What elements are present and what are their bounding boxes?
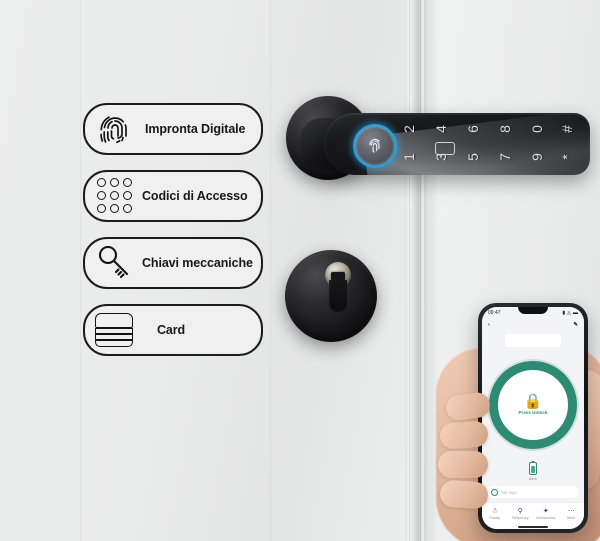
tab-label: More (567, 516, 576, 520)
home-indicator (482, 525, 584, 529)
bottom-tab-bar[interactable]: ☃ Family ⚲ Temporary ✦ Accessories ⋯ Mor… (482, 502, 584, 525)
accessories-icon: ✦ (542, 508, 549, 515)
feature-label: Card (157, 323, 186, 337)
keypad-key[interactable]: * (559, 146, 575, 168)
tab-label: Accessories (536, 516, 556, 520)
keypad-key[interactable]: 0 (529, 118, 545, 140)
battery-icon: ▬ (573, 309, 578, 316)
lock-name-title (505, 334, 561, 347)
feature-label: Codici di Accesso (142, 189, 248, 203)
search-bar[interactable]: Tab logs (487, 486, 579, 498)
more-dots-icon: ⋯ (567, 508, 575, 515)
keypad-key[interactable]: 9 (529, 146, 545, 168)
keypad-key[interactable]: 4 (433, 118, 449, 140)
device-battery-icon (529, 462, 537, 475)
tab-more[interactable]: ⋯ More (559, 508, 583, 520)
keypad-key[interactable]: 7 (497, 146, 513, 168)
keypad-dots-icon (91, 175, 139, 217)
finger (438, 451, 488, 478)
finger (439, 479, 489, 510)
search-input[interactable]: Tab logs (501, 490, 517, 495)
tab-temporary[interactable]: ⚲ Temporary (508, 508, 532, 520)
edit-pencil-icon[interactable]: ✎ (573, 322, 578, 328)
padlock-icon: 🔒 (523, 393, 543, 410)
battery-label: 84% (528, 476, 537, 481)
app-bar: ‹ ✎ (482, 318, 584, 331)
finger (444, 391, 492, 422)
phone-screen: 09:47 ▮ ◬ ▬ ‹ ✎ 🔒 Press Unlock 84% Tab l… (482, 307, 584, 529)
feature-item-mechanical-keys: Chiavi meccaniche (83, 237, 263, 289)
smartphone: 09:47 ▮ ◬ ▬ ‹ ✎ 🔒 Press Unlock 84% Tab l… (478, 303, 588, 533)
device-battery: 84% (482, 462, 584, 481)
keypad-key[interactable]: 5 (465, 146, 481, 168)
user-icon: ☃ (491, 508, 498, 515)
search-circle-icon (491, 488, 498, 496)
signal-icon: ▮ (562, 309, 566, 316)
phone-notch (518, 307, 548, 314)
fingerprint-icon (91, 108, 139, 150)
status-time: 09:47 (488, 309, 501, 316)
keypad-key[interactable]: 8 (497, 118, 513, 140)
key-icon (91, 242, 139, 284)
finger (439, 420, 489, 450)
unlock-area: 🔒 Press Unlock (482, 347, 584, 462)
fingerprint-sensor-icon[interactable] (353, 124, 397, 168)
door-frame-line (420, 0, 421, 541)
card-reader-icon[interactable] (435, 142, 455, 155)
tab-accessories[interactable]: ✦ Accessories (534, 508, 558, 520)
door-seam (80, 0, 81, 541)
rfid-card-icon (91, 309, 139, 351)
feature-label: Chiavi meccaniche (142, 256, 253, 270)
unlock-button[interactable]: 🔒 Press Unlock (489, 360, 577, 449)
keypad-key[interactable]: # (559, 118, 575, 140)
feature-item-access-codes: Codici di Accesso (83, 170, 263, 222)
keypad-key[interactable]: 2 (401, 118, 417, 140)
feature-label: Impronta Digitale (145, 122, 246, 136)
feature-list: Impronta Digitale Codici di Accesso Chia… (83, 103, 263, 371)
keypad-key[interactable]: 6 (465, 118, 481, 140)
door-frame-line (409, 0, 410, 541)
door-seam (270, 0, 271, 541)
feature-item-card: Card (83, 304, 263, 356)
product-scene: Impronta Digitale Codici di Accesso Chia… (0, 0, 600, 541)
tab-label: Temporary (511, 516, 529, 520)
wifi-icon: ◬ (567, 309, 571, 316)
unlock-label: Press Unlock (518, 410, 548, 415)
key-temp-icon: ⚲ (517, 508, 523, 515)
finger-group (432, 356, 492, 536)
cylinder-body (329, 280, 347, 312)
back-chevron-icon[interactable]: ‹ (488, 322, 490, 328)
keypad[interactable]: 2 1 4 3 6 5 8 7 0 9 # * (398, 118, 580, 172)
keypad-key[interactable]: 1 (401, 146, 417, 168)
feature-item-fingerprint: Impronta Digitale (83, 103, 263, 155)
